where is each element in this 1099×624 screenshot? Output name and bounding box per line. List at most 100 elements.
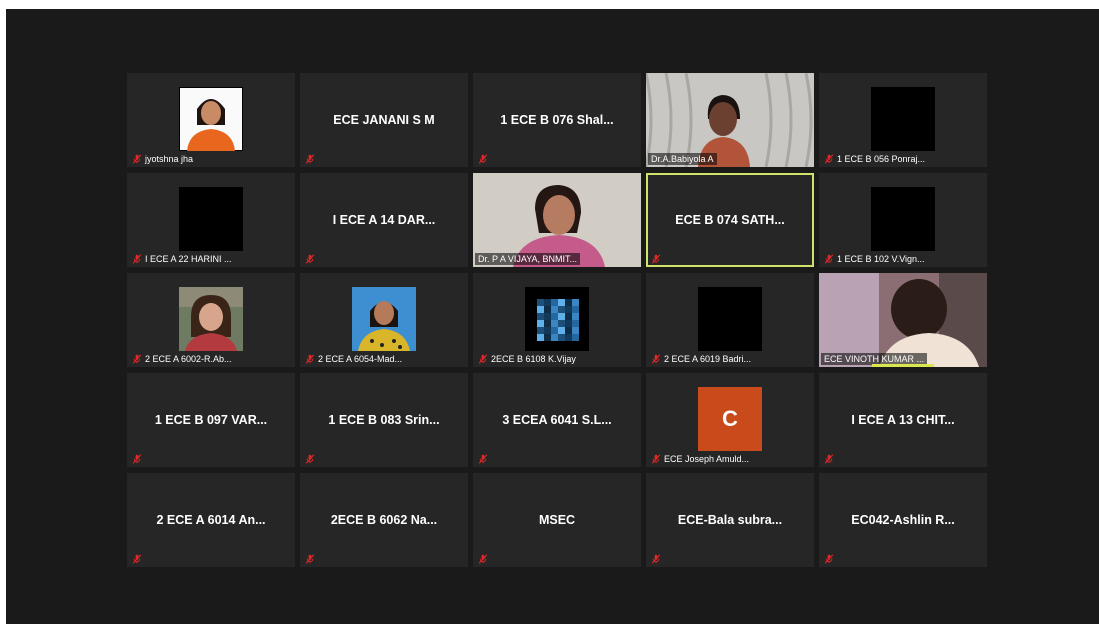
participant-name: 2ECE B 6108 K.Vijay: [491, 354, 576, 364]
participant-photo: [525, 287, 589, 351]
muted-mic-icon: [824, 454, 834, 464]
muted-mic-icon: [305, 154, 315, 164]
participant-tile[interactable]: EC042-Ashlin R...: [819, 473, 987, 567]
participant-photo: [179, 87, 243, 151]
participant-name: ECE Joseph Amuld...: [664, 454, 750, 464]
participant-tile[interactable]: 1 ECE B 083 Srin...: [300, 373, 468, 467]
participant-tile[interactable]: C ECE Joseph Amuld...: [646, 373, 814, 467]
muted-mic-icon: [651, 354, 661, 364]
participant-tile[interactable]: 2 ECE A 6054-Mad...: [300, 273, 468, 367]
participant-label: [475, 153, 491, 165]
participant-display-name: 1 ECE B 076 Shal...: [500, 113, 614, 127]
participant-label: [302, 553, 318, 565]
participant-name: 2 ECE A 6054-Mad...: [318, 354, 403, 364]
participant-label: 1 ECE B 056 Ponraj...: [821, 153, 928, 165]
muted-mic-icon: [824, 154, 834, 164]
participant-tile[interactable]: I ECE A 22 HARINI ...: [127, 173, 295, 267]
participant-name: Dr. P A VIJAYA, BNMIT...: [478, 254, 578, 264]
participant-name: Dr.A.Babiyola A: [651, 154, 714, 164]
participant-display-name: 2 ECE A 6014 An...: [156, 513, 266, 527]
participant-display-name: EC042-Ashlin R...: [851, 513, 955, 527]
muted-mic-icon: [478, 154, 488, 164]
participant-photo: [871, 87, 935, 151]
participant-label: Dr. P A VIJAYA, BNMIT...: [475, 253, 581, 265]
participant-label: 1 ECE B 102 V.Vign...: [821, 253, 928, 265]
participant-label: 2ECE B 6108 K.Vijay: [475, 353, 579, 365]
participant-tile[interactable]: Dr. P A VIJAYA, BNMIT...: [473, 173, 641, 267]
muted-mic-icon: [478, 454, 488, 464]
muted-mic-icon: [305, 554, 315, 564]
participant-label: [302, 253, 318, 265]
participant-label: [129, 553, 145, 565]
muted-mic-icon: [305, 254, 315, 264]
participant-label: [302, 153, 318, 165]
participant-label: [821, 453, 837, 465]
participant-initial-avatar: C: [698, 387, 762, 451]
muted-mic-icon: [651, 554, 661, 564]
participant-tile[interactable]: 2 ECE A 6019 Badri...: [646, 273, 814, 367]
participant-name: 1 ECE B 102 V.Vign...: [837, 254, 925, 264]
participant-tile[interactable]: ECE JANANI S M: [300, 73, 468, 167]
muted-mic-icon: [132, 554, 142, 564]
participant-display-name: 1 ECE B 097 VAR...: [154, 413, 268, 427]
participant-label: [475, 453, 491, 465]
participant-display-name: I ECE A 13 CHIT...: [851, 413, 955, 427]
muted-mic-icon: [132, 154, 142, 164]
participant-photo: [698, 287, 762, 351]
participant-tile[interactable]: MSEC: [473, 473, 641, 567]
muted-mic-icon: [305, 354, 315, 364]
participant-photo: [179, 187, 243, 251]
muted-mic-icon: [478, 554, 488, 564]
participant-gallery: jyotshna jha ECE JANANI S M 1 ECE B 076 Sh…: [127, 73, 987, 567]
participant-label: Dr.A.Babiyola A: [648, 153, 717, 165]
participant-display-name: MSEC: [538, 513, 576, 527]
participant-display-name: ECE B 074 SATH...: [675, 213, 785, 227]
participant-tile[interactable]: ECE-Bala subra...: [646, 473, 814, 567]
participant-name: 1 ECE B 056 Ponraj...: [837, 154, 926, 164]
meeting-window: jyotshna jha ECE JANANI S M 1 ECE B 076 Sh…: [6, 9, 1099, 624]
muted-mic-icon: [132, 254, 142, 264]
participant-display-name: 3 ECEA 6041 S.L...: [502, 413, 612, 427]
participant-tile[interactable]: 1 ECE B 056 Ponraj...: [819, 73, 987, 167]
participant-photo: [352, 287, 416, 351]
muted-mic-icon: [651, 254, 661, 264]
participant-tile[interactable]: 2ECE B 6108 K.Vijay: [473, 273, 641, 367]
participant-tile[interactable]: 1 ECE B 097 VAR...: [127, 373, 295, 467]
participant-tile[interactable]: 2 ECE A 6014 An...: [127, 473, 295, 567]
participant-label: [648, 253, 664, 265]
participant-name: 2 ECE A 6019 Badri...: [664, 354, 752, 364]
participant-label: [821, 553, 837, 565]
participant-tile[interactable]: ECE VINOTH KUMAR ...: [819, 273, 987, 367]
participant-name: 2 ECE A 6002-R.Ab...: [145, 354, 232, 364]
muted-mic-icon: [132, 454, 142, 464]
muted-mic-icon: [478, 354, 488, 364]
participant-name: jyotshna jha: [145, 154, 194, 164]
participant-tile[interactable]: jyotshna jha: [127, 73, 295, 167]
muted-mic-icon: [824, 554, 834, 564]
participant-display-name: I ECE A 14 DAR...: [332, 213, 436, 227]
participant-tile[interactable]: ECE B 074 SATH...: [646, 173, 814, 267]
participant-tile[interactable]: 2 ECE A 6002-R.Ab...: [127, 273, 295, 367]
participant-tile[interactable]: I ECE A 13 CHIT...: [819, 373, 987, 467]
participant-label: [302, 453, 318, 465]
participant-photo: [179, 287, 243, 351]
participant-display-name: 2ECE B 6062 Na...: [330, 513, 438, 527]
participant-tile[interactable]: 3 ECEA 6041 S.L...: [473, 373, 641, 467]
participant-tile[interactable]: I ECE A 14 DAR...: [300, 173, 468, 267]
participant-display-name: ECE-Bala subra...: [677, 513, 783, 527]
participant-display-name: 1 ECE B 083 Srin...: [328, 413, 440, 427]
participant-tile[interactable]: 2ECE B 6062 Na...: [300, 473, 468, 567]
participant-label: [129, 453, 145, 465]
participant-tile[interactable]: Dr.A.Babiyola A: [646, 73, 814, 167]
participant-photo: [871, 187, 935, 251]
participant-name: I ECE A 22 HARINI ...: [145, 254, 232, 264]
participant-display-name: ECE JANANI S M: [333, 113, 435, 127]
participant-label: [475, 553, 491, 565]
muted-mic-icon: [132, 354, 142, 364]
speaking-indicator: [872, 364, 934, 367]
participant-label: 2 ECE A 6002-R.Ab...: [129, 353, 235, 365]
participant-label: 2 ECE A 6054-Mad...: [302, 353, 405, 365]
participant-tile[interactable]: 1 ECE B 102 V.Vign...: [819, 173, 987, 267]
participant-tile[interactable]: 1 ECE B 076 Shal...: [473, 73, 641, 167]
participant-label: I ECE A 22 HARINI ...: [129, 253, 235, 265]
